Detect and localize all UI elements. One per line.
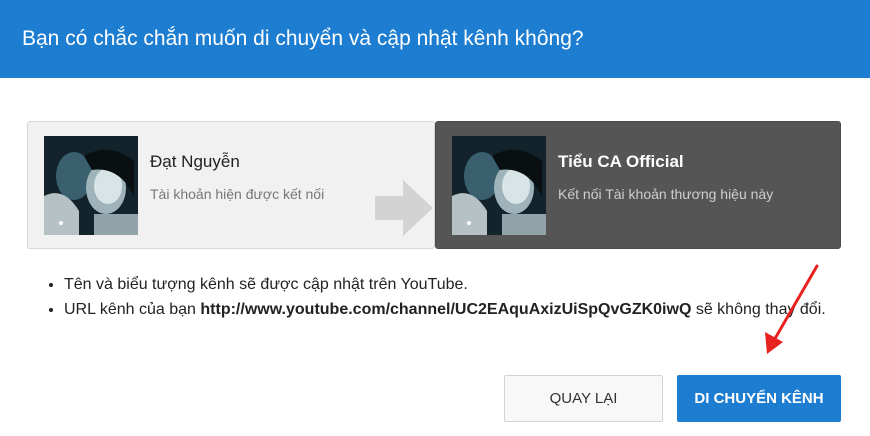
target-account-name: Tiểu CA Official <box>558 152 684 171</box>
source-account-card: Đạt Nguyễn Tài khoản hiện được kết nối <box>27 121 435 249</box>
channel-url: http://www.youtube.com/channel/UC2EAquAx… <box>200 301 692 318</box>
target-avatar <box>452 136 546 235</box>
dialog-title: Bạn có chắc chắn muốn di chuyển và cập n… <box>22 27 584 50</box>
right-arrow-icon <box>375 180 433 236</box>
source-account-subtitle: Tài khoản hiện được kết nối <box>150 186 325 202</box>
target-account-card: Tiểu CA Official Kết nối Tài khoản thươn… <box>435 121 841 249</box>
red-pointer-arrow-icon <box>765 264 819 354</box>
back-button[interactable]: QUAY LẠI <box>504 375 663 422</box>
move-channel-button[interactable]: DI CHUYỂN KÊNH <box>677 375 841 422</box>
source-avatar <box>44 136 138 235</box>
note-item: Tên và biểu tượng kênh sẽ được cập nhật … <box>64 272 844 297</box>
note-text-prefix: URL kênh của bạn <box>64 301 201 318</box>
notes-list: Tên và biểu tượng kênh sẽ được cập nhật … <box>42 272 844 322</box>
target-account-subtitle: Kết nối Tài khoản thương hiệu này <box>558 186 774 202</box>
note-text: Tên và biểu tượng kênh sẽ được cập nhật … <box>64 276 468 293</box>
note-item: URL kênh của bạn http://www.youtube.com/… <box>64 297 844 322</box>
source-account-name: Đạt Nguyễn <box>150 152 240 171</box>
dialog-header: Bạn có chắc chắn muốn di chuyển và cập n… <box>0 0 870 78</box>
